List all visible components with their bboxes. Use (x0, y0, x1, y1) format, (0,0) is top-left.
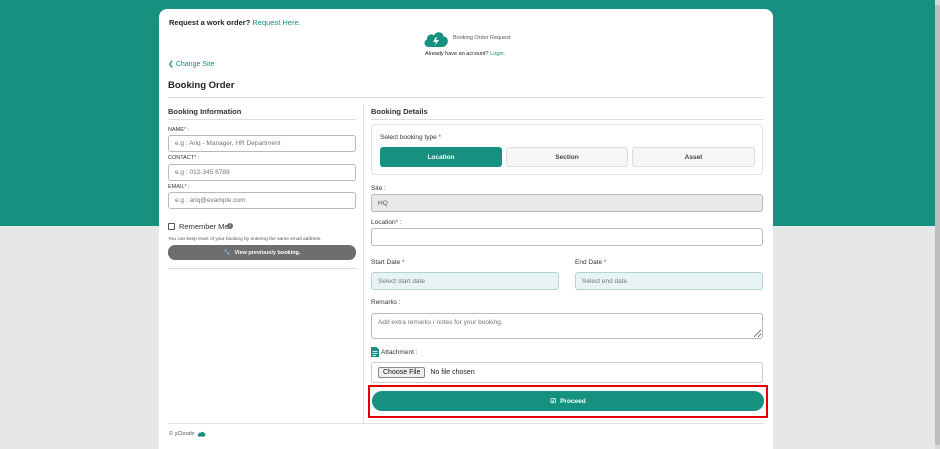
title-divider (168, 97, 764, 98)
view-previous-booking-button[interactable]: 🔧 View previously booking. (168, 245, 356, 260)
email-input[interactable] (168, 192, 356, 209)
check-square-icon: ☑ (550, 398, 557, 405)
left-bottom-divider (168, 268, 356, 269)
page-scrollbar[interactable] (935, 0, 940, 449)
remarks-label: Remarks : (371, 299, 401, 306)
booking-details-divider (371, 119, 763, 120)
location-label: Location* : (371, 219, 402, 226)
site-label: Site : (371, 185, 386, 192)
no-file-text: No file chosen (430, 369, 475, 376)
file-input[interactable]: Choose File No file chosen (371, 362, 763, 383)
login-link[interactable]: Login. (490, 51, 505, 57)
type-tab-section[interactable]: Section (506, 147, 628, 167)
choose-file-button[interactable]: Choose File (378, 367, 426, 378)
booking-card: Request a work order? Request Here. Book… (159, 9, 773, 449)
remember-me-hint: You can keep track of your booking by en… (168, 237, 322, 242)
location-input[interactable] (371, 228, 763, 246)
site-field: HQ (371, 194, 763, 212)
end-date-label: End Date * (575, 259, 607, 266)
cloud-footer-icon (198, 431, 206, 437)
booking-information-heading: Booking Information (168, 107, 242, 116)
column-divider (363, 104, 364, 424)
scrollbar-thumb[interactable] (935, 5, 940, 445)
contact-label: CONTACT* : (168, 155, 200, 161)
type-tab-asset[interactable]: Asset (632, 147, 755, 167)
request-work-order-text: Request a work order? Request Here. (169, 18, 301, 27)
booking-details-heading: Booking Details (371, 107, 428, 116)
chevron-left-icon: ❮ (168, 61, 174, 68)
booking-information-divider (168, 119, 356, 120)
start-date-input[interactable] (371, 272, 559, 290)
attachment-label: Attachment : (381, 349, 418, 356)
info-icon[interactable]: i (227, 223, 233, 229)
email-label: EMAIL* : (168, 184, 190, 190)
type-tab-location[interactable]: Location (380, 147, 502, 167)
account-prompt: Already have an account? Login. (425, 51, 506, 57)
name-input[interactable] (168, 135, 356, 152)
brand-text: Booking Order Request (453, 35, 511, 41)
name-label: NAME* : (168, 127, 190, 133)
end-date-input[interactable] (575, 272, 763, 290)
remember-me-label: Remember Me (179, 222, 229, 231)
wrench-icon: 🔧 (223, 249, 231, 256)
proceed-button[interactable]: ☑ Proceed (372, 391, 764, 411)
footer: © yCloudx (169, 431, 206, 437)
document-icon (371, 347, 379, 357)
booking-type-label: Select booking type * (380, 134, 442, 141)
booking-type-panel: Select booking type * Location Section A… (371, 124, 763, 175)
request-here-link[interactable]: Request Here. (252, 18, 300, 27)
start-date-label: Start Date * (371, 259, 405, 266)
change-site-link[interactable]: ❮ Change Site (168, 60, 214, 68)
footer-divider (168, 423, 764, 424)
contact-input[interactable] (168, 164, 356, 181)
page-title: Booking Order (168, 80, 235, 91)
cloud-logo-icon (424, 32, 448, 47)
remember-me-checkbox[interactable] (168, 223, 175, 230)
remarks-textarea[interactable] (371, 313, 763, 339)
